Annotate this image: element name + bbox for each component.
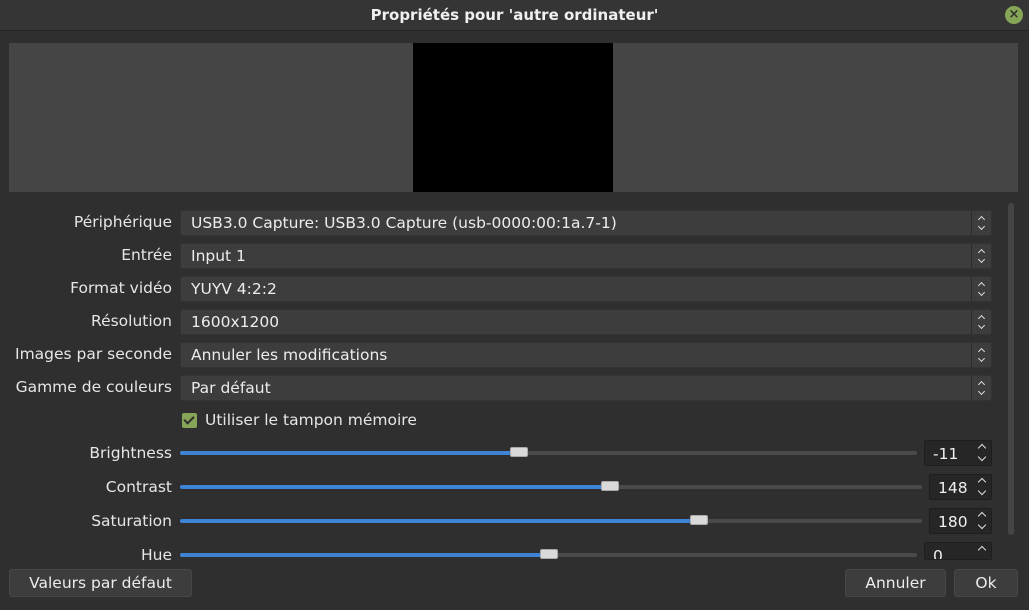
- contrast-slider[interactable]: [180, 481, 922, 491]
- device-combo[interactable]: USB3.0 Capture: USB3.0 Capture (usb-0000…: [180, 210, 992, 236]
- hue-value: 0: [933, 547, 943, 560]
- contrast-slider-handle[interactable]: [601, 481, 620, 491]
- contrast-spinbox[interactable]: 148: [929, 474, 992, 500]
- color-range-label: Gamme de couleurs: [15, 378, 172, 396]
- saturation-spinbox[interactable]: 180: [929, 508, 992, 534]
- input-label: Entrée: [121, 246, 172, 264]
- updown-arrow-icon: [971, 376, 991, 400]
- contrast-label: Contrast: [105, 478, 172, 496]
- title-bar: Propriétés pour 'autre ordinateur' ×: [0, 0, 1029, 31]
- framerate-combo-value: Annuler les modifications: [191, 346, 388, 364]
- brightness-slider-fill: [180, 451, 520, 455]
- brightness-label: Brightness: [89, 444, 172, 462]
- preview-video-frame: [413, 43, 613, 192]
- contrast-value: 148: [938, 479, 968, 497]
- hue-spinbox[interactable]: 0: [924, 542, 992, 560]
- saturation-value: 180: [938, 513, 968, 531]
- device-label: Périphérique: [73, 213, 172, 231]
- framerate-label: Images par seconde: [15, 345, 172, 363]
- saturation-slider[interactable]: [180, 515, 922, 525]
- source-preview: [9, 43, 1018, 192]
- resolution-combo-value: 1600x1200: [191, 313, 280, 331]
- updown-arrow-icon: [971, 244, 991, 268]
- hue-slider-handle[interactable]: [539, 549, 558, 559]
- video-format-combo-value: YUYV 4:2:2: [191, 280, 277, 298]
- spin-down-icon[interactable]: [975, 487, 991, 501]
- spin-up-icon[interactable]: [975, 543, 991, 557]
- video-format-combo[interactable]: YUYV 4:2:2: [180, 276, 992, 302]
- updown-arrow-icon: [971, 310, 991, 334]
- saturation-slider-handle[interactable]: [690, 515, 709, 525]
- window-title: Propriétés pour 'autre ordinateur': [370, 6, 659, 24]
- vertical-scrollbar[interactable]: [1008, 203, 1014, 535]
- defaults-button[interactable]: Valeurs par défaut: [9, 569, 192, 597]
- brightness-slider-handle[interactable]: [510, 447, 529, 457]
- buffering-checkbox[interactable]: [182, 413, 197, 428]
- updown-arrow-icon: [971, 343, 991, 367]
- saturation-label: Saturation: [91, 512, 172, 530]
- brightness-spinbox[interactable]: -11: [924, 440, 992, 466]
- framerate-combo[interactable]: Annuler les modifications: [180, 342, 992, 368]
- hue-slider[interactable]: [180, 549, 917, 559]
- hue-label: Hue: [140, 546, 172, 564]
- video-format-label: Format vidéo: [70, 279, 172, 297]
- cancel-button[interactable]: Annuler: [845, 569, 946, 597]
- updown-arrow-icon: [971, 211, 991, 235]
- brightness-slider[interactable]: [180, 447, 917, 457]
- color-range-combo-value: Par défaut: [191, 379, 271, 397]
- saturation-slider-fill: [180, 519, 700, 523]
- close-icon[interactable]: ×: [1005, 6, 1023, 24]
- contrast-slider-fill: [180, 485, 611, 489]
- spin-down-icon[interactable]: [975, 453, 991, 467]
- input-combo-value: Input 1: [191, 247, 246, 265]
- input-combo[interactable]: Input 1: [180, 243, 992, 269]
- color-range-combo[interactable]: Par défaut: [180, 375, 992, 401]
- ok-button[interactable]: Ok: [954, 569, 1018, 597]
- resolution-label: Résolution: [91, 312, 172, 330]
- updown-arrow-icon: [971, 277, 991, 301]
- spin-down-icon[interactable]: [975, 521, 991, 535]
- resolution-combo[interactable]: 1600x1200: [180, 309, 992, 335]
- device-combo-value: USB3.0 Capture: USB3.0 Capture (usb-0000…: [191, 214, 617, 232]
- hue-slider-fill: [180, 553, 549, 557]
- brightness-value: -11: [933, 445, 959, 463]
- buffering-checkbox-label: Utiliser le tampon mémoire: [205, 411, 417, 429]
